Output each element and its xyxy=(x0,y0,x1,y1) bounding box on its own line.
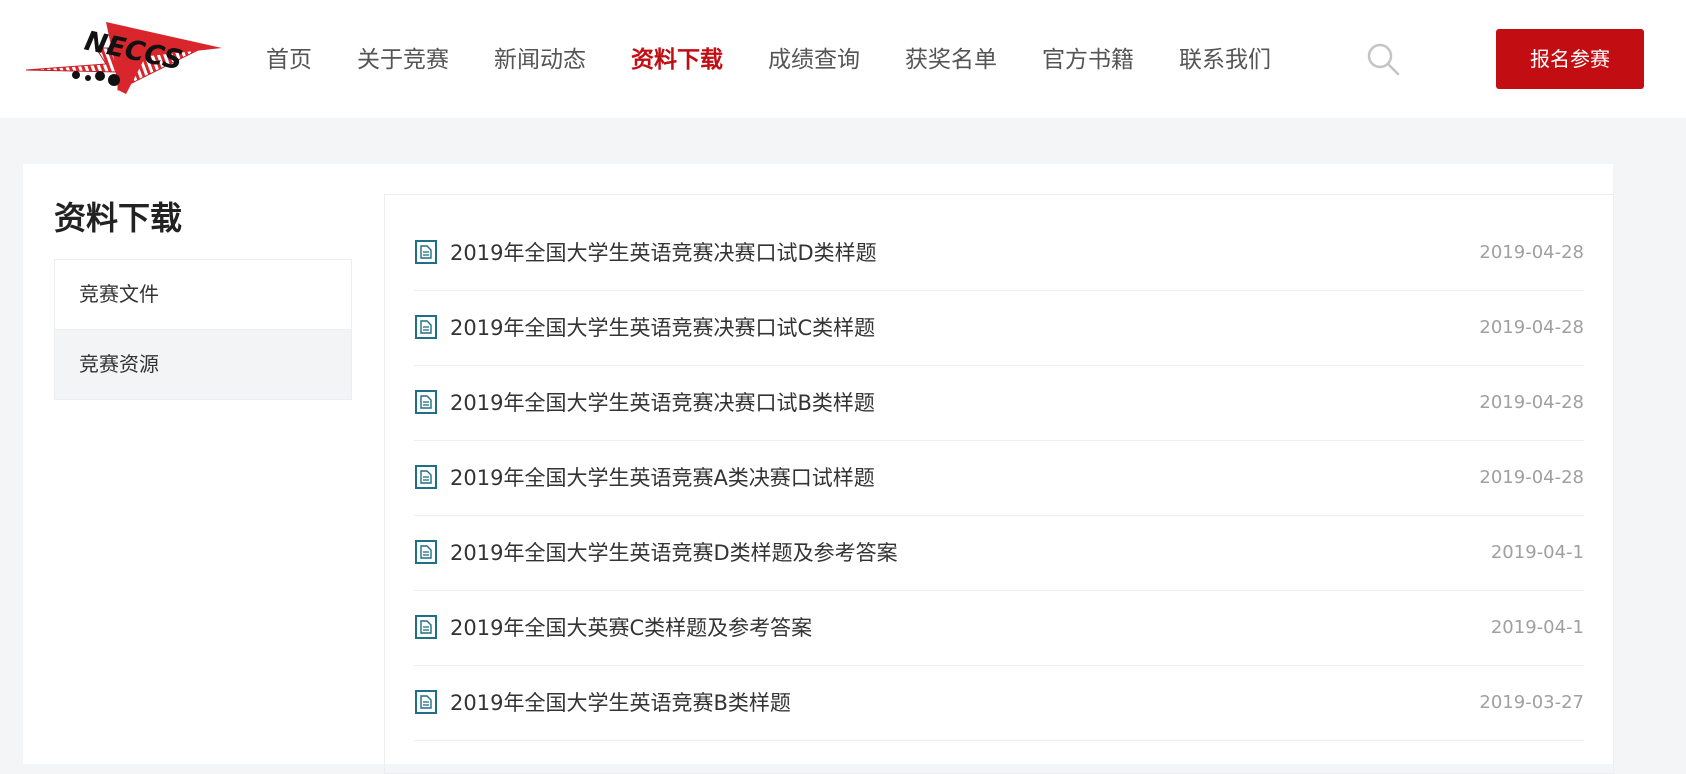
document-date: 2019-04-1 xyxy=(1490,617,1584,638)
document-icon xyxy=(414,540,438,564)
nav-about[interactable]: 关于竞赛 xyxy=(357,38,449,82)
document-list-panel: 2019年全国大学生英语竞赛决赛口试D类样题 2019-04-28 2019年全… xyxy=(384,194,1614,774)
top-header: NECCS 首页 关于竞赛 新闻动态 资料下载 成绩查询 获奖名单 官方书籍 联… xyxy=(0,0,1686,118)
document-list: 2019年全国大学生英语竞赛决赛口试D类样题 2019-04-28 2019年全… xyxy=(414,216,1584,741)
nav-books[interactable]: 官方书籍 xyxy=(1042,38,1134,82)
document-icon xyxy=(414,615,438,639)
document-title[interactable]: 2019年全国大学生英语竞赛A类决赛口试样题 xyxy=(450,463,875,493)
document-icon xyxy=(414,240,438,264)
document-date: 2019-03-27 xyxy=(1479,692,1584,713)
document-title[interactable]: 2019年全国大学生英语竞赛决赛口试D类样题 xyxy=(450,238,877,268)
main-nav: 首页 关于竞赛 新闻动态 资料下载 成绩查询 获奖名单 官方书籍 联系我们 xyxy=(266,38,1316,82)
sidebar-title: 资料下载 xyxy=(54,199,183,237)
document-icon xyxy=(414,690,438,714)
document-item[interactable]: 2019年全国大英赛C类样题及参考答案 2019-04-1 xyxy=(414,591,1584,666)
document-title[interactable]: 2019年全国大英赛C类样题及参考答案 xyxy=(450,613,812,643)
document-date: 2019-04-1 xyxy=(1490,542,1584,563)
document-title[interactable]: 2019年全国大学生英语竞赛D类样题及参考答案 xyxy=(450,538,898,568)
nav-contact[interactable]: 联系我们 xyxy=(1179,38,1271,82)
sidebar-item-competition-resources[interactable]: 竞赛资源 xyxy=(55,329,351,399)
document-date: 2019-04-28 xyxy=(1479,467,1584,488)
sidebar-item-competition-files[interactable]: 竞赛文件 xyxy=(55,260,351,329)
document-item[interactable]: 2019年全国大学生英语竞赛A类决赛口试样题 2019-04-28 xyxy=(414,441,1584,516)
document-date: 2019-04-28 xyxy=(1479,392,1584,413)
document-item[interactable]: 2019年全国大学生英语竞赛B类样题 2019-03-27 xyxy=(414,666,1584,741)
document-item[interactable]: 2019年全国大学生英语竞赛决赛口试B类样题 2019-04-28 xyxy=(414,366,1584,441)
neccs-logo[interactable]: NECCS xyxy=(25,20,222,98)
document-title[interactable]: 2019年全国大学生英语竞赛决赛口试B类样题 xyxy=(450,388,875,418)
document-item[interactable]: 2019年全国大学生英语竞赛决赛口试D类样题 2019-04-28 xyxy=(414,216,1584,291)
document-date: 2019-04-28 xyxy=(1479,317,1584,338)
search-icon[interactable] xyxy=(1366,42,1400,76)
sidebar-menu: 竞赛文件 竞赛资源 xyxy=(54,259,352,400)
nav-downloads[interactable]: 资料下载 xyxy=(631,38,723,82)
document-icon xyxy=(414,390,438,414)
document-item[interactable]: 2019年全国大学生英语竞赛D类样题及参考答案 2019-04-1 xyxy=(414,516,1584,591)
document-icon xyxy=(414,315,438,339)
document-title[interactable]: 2019年全国大学生英语竞赛决赛口试C类样题 xyxy=(450,313,875,343)
nav-home[interactable]: 首页 xyxy=(266,38,312,82)
register-button[interactable]: 报名参赛 xyxy=(1496,29,1644,89)
nav-scores[interactable]: 成绩查询 xyxy=(768,38,860,82)
nav-winners[interactable]: 获奖名单 xyxy=(905,38,997,82)
document-title[interactable]: 2019年全国大学生英语竞赛B类样题 xyxy=(450,688,791,718)
document-date: 2019-04-28 xyxy=(1479,242,1584,263)
document-item[interactable]: 2019年全国大学生英语竞赛决赛口试C类样题 2019-04-28 xyxy=(414,291,1584,366)
nav-news[interactable]: 新闻动态 xyxy=(494,38,586,82)
content-panel: 资料下载 竞赛文件 竞赛资源 2019年全国大学生英语竞赛决赛口试D类样题 20… xyxy=(23,164,1614,774)
document-icon xyxy=(414,465,438,489)
